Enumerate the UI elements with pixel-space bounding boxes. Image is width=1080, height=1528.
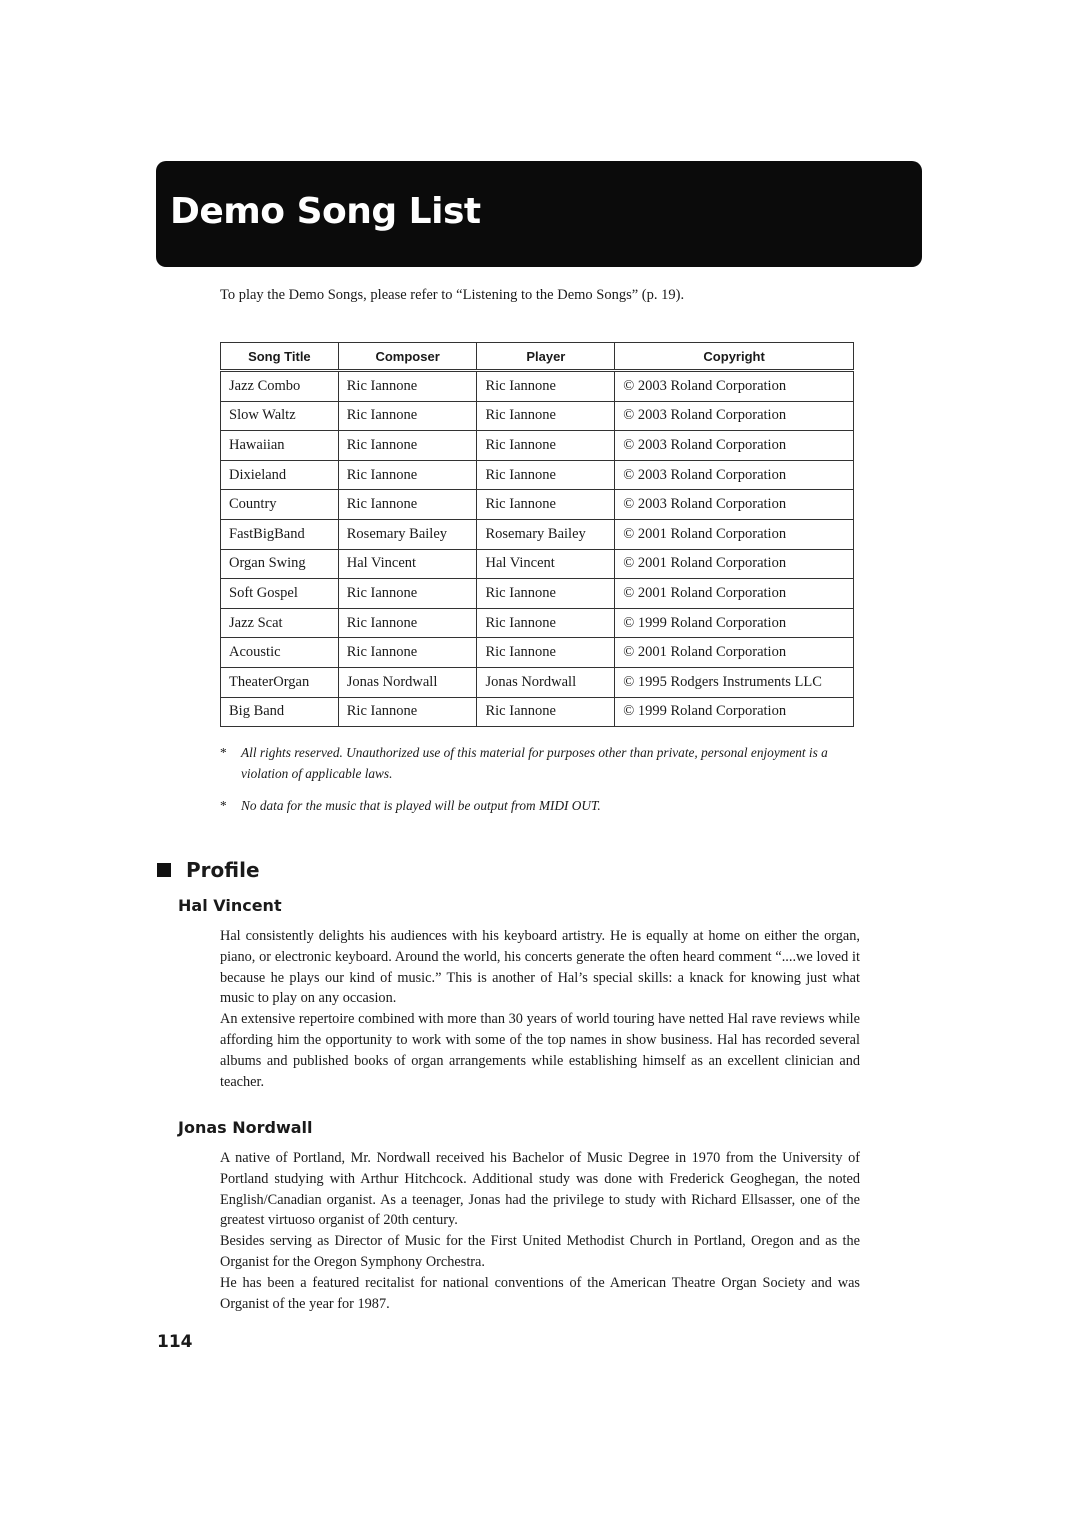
player-cell: Ric Iannone	[476, 578, 616, 609]
table-row: Organ Swing Hal Vincent Hal Vincent © 2001 …	[220, 548, 854, 580]
table-row: Hawaiian Ric Iannone Ric Iannone © 2003 Rol…	[220, 430, 854, 461]
player-cell: Rosemary Bailey	[476, 518, 616, 550]
column-header-player: Player	[476, 342, 616, 372]
footnote-text: No data for the music that is played wil…	[241, 798, 601, 813]
composer-cell: Ric Iannone	[337, 430, 478, 461]
composer-cell: Ric Iannone	[337, 637, 478, 668]
title-banner: Demo Song List	[156, 161, 922, 267]
table-row: FastBigBand Rosemary Bailey Rosemary Baile…	[220, 518, 854, 550]
footnotes: * All rights reserved. Unauthorized use …	[220, 742, 860, 827]
copyright-cell: © 1995 Rodgers Instruments LLC	[614, 666, 854, 698]
table-row: TheaterOrgan Jonas Nordwall Jonas Nordwall…	[220, 666, 854, 698]
player-cell: Hal Vincent	[476, 548, 616, 580]
table-row: Jazz Combo Ric Iannone Ric Iannone © 2003 R…	[220, 370, 854, 402]
song-title-cell: Country	[220, 489, 339, 520]
song-title-cell: Slow Waltz	[220, 400, 339, 432]
composer-cell: Ric Iannone	[337, 370, 478, 402]
section-heading-text: Profile	[186, 858, 260, 882]
composer-cell: Hal Vincent	[337, 548, 478, 580]
composer-cell: Ric Iannone	[337, 489, 478, 520]
bio-paragraph: A native of Portland, Mr. Nordwall recei…	[220, 1150, 860, 1229]
song-title-cell: TheaterOrgan	[220, 666, 339, 698]
song-title-cell: Jazz Scat	[220, 607, 339, 639]
player-cell: Ric Iannone	[476, 637, 616, 668]
footnote-text: All rights reserved. Unauthorized use of…	[241, 745, 828, 781]
song-title-cell: Big Band	[220, 696, 339, 728]
composer-cell: Ric Iannone	[337, 696, 478, 728]
copyright-cell: © 2003 Roland Corporation	[614, 370, 854, 402]
profile-name-jonas-nordwall: Jonas Nordwall	[178, 1118, 313, 1137]
copyright-cell: © 2003 Roland Corporation	[614, 400, 854, 432]
player-cell: Ric Iannone	[476, 696, 616, 728]
column-header-copyright: Copyright	[614, 342, 854, 372]
composer-cell: Ric Iannone	[337, 400, 478, 432]
footnote: * All rights reserved. Unauthorized use …	[220, 742, 860, 784]
copyright-cell: © 1999 Roland Corporation	[614, 696, 854, 728]
column-header-composer: Composer	[337, 342, 478, 372]
copyright-cell: © 2003 Roland Corporation	[614, 489, 854, 520]
profile-bio-jonas-nordwall: A native of Portland, Mr. Nordwall recei…	[220, 1148, 860, 1314]
table-row: Soft Gospel Ric Iannone Ric Iannone © 2001 …	[220, 578, 854, 609]
intro-text: To play the Demo Songs, please refer to …	[220, 287, 685, 303]
section-heading-profile: Profile	[157, 858, 260, 882]
player-cell: Jonas Nordwall	[476, 666, 616, 698]
player-cell: Ric Iannone	[476, 430, 616, 461]
demo-song-table: Song Title Composer Player Copyright Jaz…	[220, 342, 854, 728]
table-row: Dixieland Ric Iannone Ric Iannone © 2003 Ro…	[220, 459, 854, 491]
profile-bio-hal-vincent: Hal consistently delights his audiences …	[220, 926, 860, 1092]
copyright-cell: © 2001 Roland Corporation	[614, 578, 854, 609]
player-cell: Ric Iannone	[476, 370, 616, 402]
song-title-cell: Dixieland	[220, 459, 339, 491]
composer-cell: Ric Iannone	[337, 459, 478, 491]
player-cell: Ric Iannone	[476, 459, 616, 491]
song-title-cell: Acoustic	[220, 637, 339, 668]
copyright-cell: © 2003 Roland Corporation	[614, 459, 854, 491]
composer-cell: Ric Iannone	[337, 607, 478, 639]
composer-cell: Ric Iannone	[337, 578, 478, 609]
table-header-row: Song Title Composer Player Copyright	[220, 342, 854, 372]
bio-paragraph: An extensive repertoire combined with mo…	[220, 1011, 860, 1090]
copyright-cell: © 2001 Roland Corporation	[614, 518, 854, 550]
footnote: * No data for the music that is played w…	[220, 795, 860, 816]
player-cell: Ric Iannone	[476, 489, 616, 520]
table-row: Slow Waltz Ric Iannone Ric Iannone © 2003 R…	[220, 400, 854, 432]
copyright-cell: © 2001 Roland Corporation	[614, 637, 854, 668]
copyright-cell: © 2003 Roland Corporation	[614, 430, 854, 461]
song-title-cell: Soft Gospel	[220, 578, 339, 609]
footnote-marker: *	[220, 745, 227, 760]
copyright-cell: © 1999 Roland Corporation	[614, 607, 854, 639]
player-cell: Ric Iannone	[476, 400, 616, 432]
song-title-cell: Hawaiian	[220, 430, 339, 461]
table-row: Country Ric Iannone Ric Iannone © 2003 Rola…	[220, 489, 854, 520]
player-cell: Ric Iannone	[476, 607, 616, 639]
composer-cell: Rosemary Bailey	[337, 518, 478, 550]
table-row: Jazz Scat Ric Iannone Ric Iannone © 1999 Ro…	[220, 607, 854, 639]
song-title-cell: FastBigBand	[220, 518, 339, 550]
page-number: 114	[157, 1332, 193, 1352]
profile-name-hal-vincent: Hal Vincent	[178, 896, 282, 915]
composer-cell: Jonas Nordwall	[337, 666, 478, 698]
table-row: Big Band Ric Iannone Ric Iannone © 1999 Rol…	[220, 696, 854, 728]
bio-paragraph: Besides serving as Director of Music for…	[220, 1233, 860, 1270]
column-header-song-title: Song Title	[220, 342, 339, 372]
bio-paragraph: Hal consistently delights his audiences …	[220, 928, 860, 1007]
table-row: Acoustic Ric Iannone Ric Iannone © 2001 Rol…	[220, 637, 854, 668]
song-title-cell: Organ Swing	[220, 548, 339, 580]
footnote-marker: *	[220, 798, 227, 813]
copyright-cell: © 2001 Roland Corporation	[614, 548, 854, 580]
square-bullet-icon	[157, 863, 171, 877]
song-title-cell: Jazz Combo	[220, 370, 339, 402]
page-title: Demo Song List	[170, 191, 481, 232]
bio-paragraph: He has been a featured recitalist for na…	[220, 1274, 860, 1312]
